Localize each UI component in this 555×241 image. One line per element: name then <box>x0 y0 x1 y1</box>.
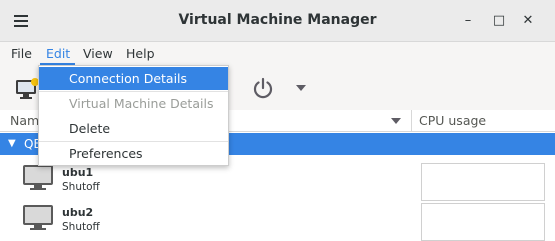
chevron-down-icon[interactable] <box>295 84 307 92</box>
menu-view[interactable]: View <box>83 46 113 61</box>
menu-item-vm-details: Virtual Machine Details <box>69 96 214 111</box>
menu-help[interactable]: Help <box>126 46 155 61</box>
edit-menu-popup: Connection Details Virtual Machine Detai… <box>38 65 229 166</box>
menu-file[interactable]: File <box>11 46 32 61</box>
minimize-icon[interactable]: – <box>460 13 476 29</box>
vm-row[interactable]: ubu1 Shutoff <box>0 161 555 201</box>
menu-item-preferences[interactable]: Preferences <box>39 142 228 165</box>
vm-state: Shutoff <box>62 221 100 233</box>
vm-state: Shutoff <box>62 181 100 193</box>
power-icon[interactable] <box>251 76 275 100</box>
column-separator[interactable] <box>411 110 412 132</box>
menu-item-delete[interactable]: Delete <box>39 117 228 140</box>
monitor-icon <box>23 165 53 190</box>
cpu-usage-graph <box>421 203 545 241</box>
maximize-icon[interactable]: □ <box>491 13 507 29</box>
monitor-icon <box>23 205 53 230</box>
menu-item-connection-details[interactable]: Connection Details <box>39 67 228 90</box>
title-bar: Virtual Machine Manager – □ ✕ <box>0 0 555 42</box>
vm-name: ubu1 <box>62 166 94 179</box>
menu-bar: File Edit View Help <box>0 42 555 66</box>
sort-chevron-icon[interactable] <box>390 117 402 125</box>
new-vm-icon[interactable] <box>14 76 40 100</box>
cpu-usage-graph <box>421 163 545 201</box>
menu-edit[interactable]: Edit <box>46 46 70 61</box>
vm-name: ubu2 <box>62 206 94 219</box>
column-cpu-header[interactable]: CPU usage <box>419 113 486 128</box>
vm-row[interactable]: ubu2 Shutoff <box>0 201 555 241</box>
expander-arrow-icon[interactable]: ▼ <box>8 138 16 149</box>
close-icon[interactable]: ✕ <box>520 13 536 29</box>
